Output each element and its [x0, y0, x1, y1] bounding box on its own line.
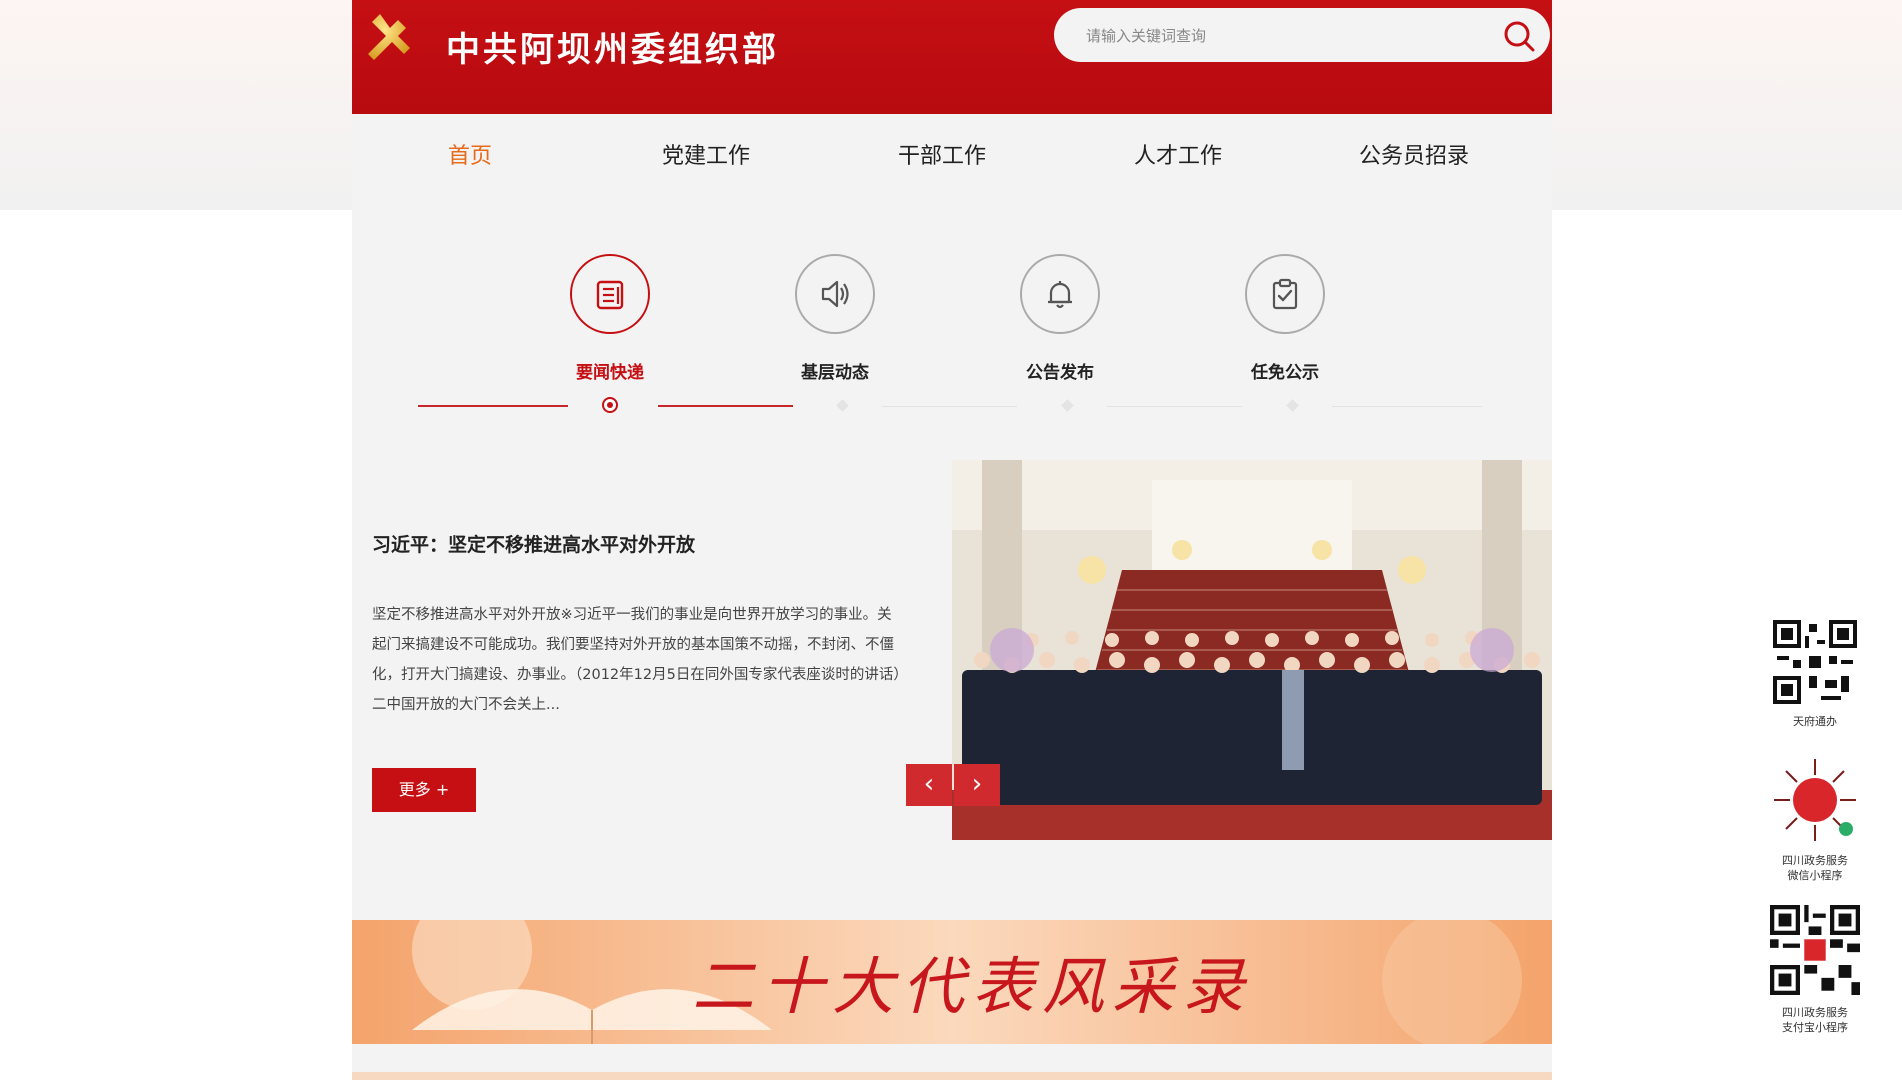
tab-divider-line [1107, 406, 1242, 407]
category-tabs: 要闻快递 基层动态 公告发布 任免公示 [352, 254, 1552, 424]
speaker-icon [795, 254, 875, 334]
news-summary: 坚定不移推进高水平对外开放※习近平一我们的事业是向世界开放学习的事业。关起门来搞… [372, 607, 901, 713]
tab-announcements[interactable]: 公告发布 [995, 254, 1125, 383]
qr-label: 四川政务服务 支付宝小程序 [1782, 1006, 1848, 1034]
tab-label: 公告发布 [1026, 363, 1094, 383]
tab-divider-line [882, 406, 1017, 407]
tab-label: 基层动态 [801, 363, 869, 383]
more-button[interactable]: 更多 + [372, 768, 476, 812]
qr-label: 四川政务服务 微信小程序 [1782, 854, 1848, 882]
carousel-next-button[interactable]: › [954, 764, 1000, 806]
tab-news-express[interactable]: 要闻快递 [545, 254, 675, 383]
news-headline[interactable]: 习近平：坚定不移推进高水平对外开放 [372, 530, 695, 557]
search-box [1054, 8, 1550, 62]
nav-item-home[interactable]: 首页 [352, 114, 588, 206]
banner-title: 二十大代表风采录 [692, 950, 1253, 1023]
bell-icon [1020, 254, 1100, 334]
nav-item-cadre-work[interactable]: 干部工作 [824, 114, 1060, 206]
news-photo[interactable] [952, 460, 1552, 840]
nav-item-party-building[interactable]: 党建工作 [588, 114, 824, 206]
tab-grassroots-news[interactable]: 基层动态 [770, 254, 900, 383]
qr-code-icon [1773, 620, 1857, 704]
nav-item-talent-work[interactable]: 人才工作 [1060, 114, 1296, 206]
carousel-prev-button[interactable]: ‹ [906, 764, 952, 806]
tab-progress-line [658, 405, 793, 407]
clipboard-check-icon [1245, 254, 1325, 334]
qr-sichuan-alipay[interactable]: 四川政务服务 支付宝小程序 [1770, 905, 1860, 1035]
next-banner-edge [352, 1072, 1552, 1080]
tab-progress-line [418, 405, 568, 407]
qr-sichuan-wechat[interactable]: 四川政务服务 微信小程序 [1770, 757, 1860, 883]
header: 中共阿坝州委组织部 [352, 0, 1552, 114]
main-nav: 首页 党建工作 干部工作 人才工作 公务员招录 [352, 114, 1552, 206]
search-input[interactable] [1084, 20, 1488, 52]
tab-appointments[interactable]: 任免公示 [1220, 254, 1350, 383]
qr-label: 天府通办 [1793, 715, 1837, 728]
tab-label: 任免公示 [1251, 363, 1319, 383]
qr-sidebar: 天府通办 四川政务服务 微信小程序 四川政务服务 支付宝小程序 [1760, 620, 1870, 1035]
congress-banner[interactable]: 二十大代表风采录 [352, 920, 1552, 1044]
qr-tianfu[interactable]: 天府通办 [1770, 620, 1860, 729]
site-title: 中共阿坝州委组织部 [446, 30, 779, 70]
mini-program-code-icon [1773, 758, 1857, 842]
tab-divider-line [1332, 406, 1482, 407]
tab-indicator-active [602, 397, 618, 413]
page-container: 中共阿坝州委组织部 首页 党建工作 干部工作 人才工作 公务员招录 要闻快递 基… [352, 0, 1552, 1080]
nav-item-civil-service[interactable]: 公务员招录 [1296, 114, 1532, 206]
tab-label: 要闻快递 [576, 363, 644, 383]
news-icon [570, 254, 650, 334]
qr-code-icon [1770, 905, 1860, 995]
search-icon[interactable] [1502, 19, 1536, 53]
party-emblem-icon [368, 14, 423, 74]
